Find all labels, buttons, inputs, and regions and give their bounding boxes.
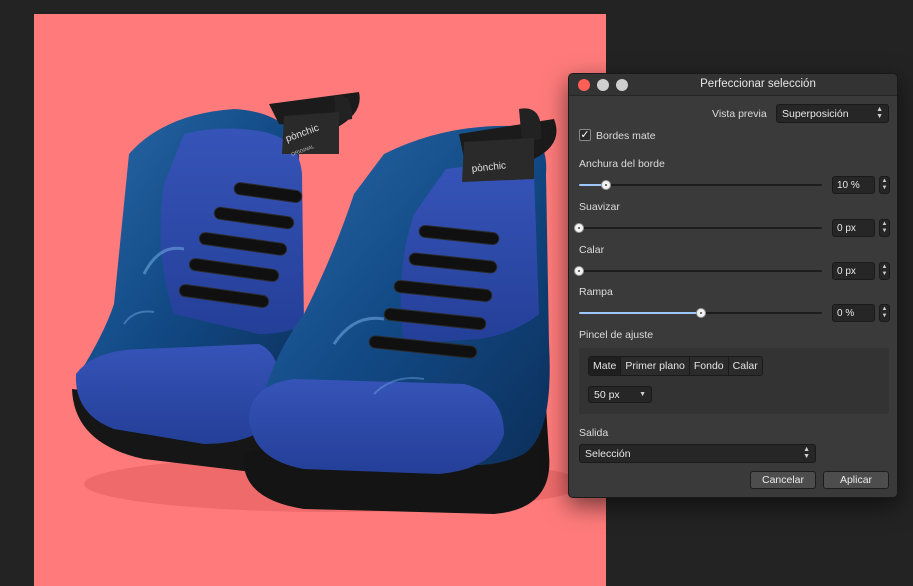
brush-size-select[interactable]: 50 px ▼	[588, 386, 652, 403]
border-width-stepper-icon[interactable]: ▲ ▼	[879, 176, 890, 194]
select-arrows-icon: ▲ ▼	[803, 446, 810, 460]
output-select-value: Selección	[585, 448, 631, 460]
apply-button[interactable]: Aplicar	[823, 471, 889, 489]
select-arrows-icon: ▲ ▼	[876, 106, 883, 120]
smooth-slider[interactable]	[574, 222, 822, 234]
ramp-slider[interactable]	[579, 307, 822, 319]
ramp-stepper-icon[interactable]: ▲ ▼	[879, 304, 890, 322]
smooth-label: Suavizar	[579, 201, 620, 213]
border-width-value-field[interactable]: 10 %	[832, 176, 875, 194]
slider-thumb[interactable]	[574, 223, 584, 233]
slider-track	[579, 184, 822, 186]
slider-track	[579, 227, 822, 229]
border-width-label: Anchura del borde	[579, 158, 665, 170]
minimize-icon[interactable]	[597, 79, 609, 91]
brush-mode-foreground[interactable]: Primer plano	[621, 357, 690, 375]
output-select[interactable]: Selección ▲ ▼	[579, 444, 816, 463]
brush-mode-segmented: Mate Primer plano Fondo Calar	[588, 356, 763, 376]
brush-mode-background[interactable]: Fondo	[689, 357, 729, 375]
brush-size-value: 50 px	[594, 389, 620, 401]
brush-label: Pincel de ajuste	[579, 329, 654, 341]
close-icon[interactable]	[578, 79, 590, 91]
cancel-button[interactable]: Cancelar	[750, 471, 816, 489]
ramp-value-field[interactable]: 0 %	[832, 304, 875, 322]
feather-label: Calar	[579, 244, 605, 256]
smooth-value-field[interactable]: 0 px	[832, 219, 875, 237]
boots-photo: pònchic ORIGINAL pònchic	[72, 92, 584, 514]
feather-value-field[interactable]: 0 px	[832, 262, 875, 280]
dropdown-arrow-icon: ▼	[639, 391, 646, 398]
image-canvas[interactable]: pònchic ORIGINAL pònchic	[34, 14, 606, 586]
feather-slider[interactable]	[574, 265, 822, 277]
smooth-stepper-icon[interactable]: ▲ ▼	[879, 219, 890, 237]
dialog-title: Perfeccionar selección	[700, 78, 816, 90]
feather-stepper-icon[interactable]: ▲ ▼	[879, 262, 890, 280]
brush-mode-feather[interactable]: Calar	[728, 357, 762, 375]
ramp-label: Rampa	[579, 286, 613, 298]
slider-thumb[interactable]	[600, 180, 611, 190]
preview-select[interactable]: Superposición ▲ ▼	[776, 104, 889, 123]
slider-thumb[interactable]	[695, 308, 706, 318]
maximize-icon[interactable]	[616, 79, 628, 91]
dialog-titlebar[interactable]: Perfeccionar selección	[569, 74, 897, 96]
slider-track	[579, 270, 822, 272]
matte-edges-checkbox[interactable]: ✓	[579, 129, 591, 141]
slider-fill	[579, 312, 701, 314]
matte-edges-label: Bordes mate	[596, 130, 656, 142]
refine-selection-dialog: Perfeccionar selección Vista previa Supe…	[568, 73, 898, 498]
output-label: Salida	[579, 427, 609, 439]
border-width-slider[interactable]	[579, 179, 822, 191]
preview-label: Vista previa	[712, 108, 767, 120]
brush-panel: Mate Primer plano Fondo Calar 50 px ▼	[579, 348, 889, 414]
brush-mode-mate[interactable]: Mate	[589, 357, 622, 375]
preview-select-value: Superposición	[782, 108, 849, 120]
slider-thumb[interactable]	[574, 266, 584, 276]
